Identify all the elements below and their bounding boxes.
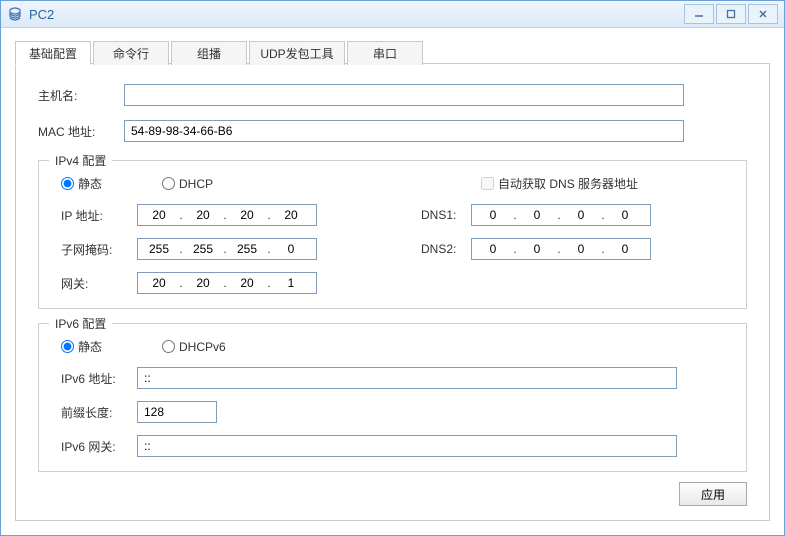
tab-label: 基础配置 xyxy=(29,45,77,62)
ipv6-gateway-label: IPv6 网关: xyxy=(61,438,137,455)
tab-label: 串口 xyxy=(373,45,397,62)
basic-panel: 主机名: MAC 地址: IPv4 配置 静态 DHCP xyxy=(15,64,770,521)
ipv6-legend: IPv6 配置 xyxy=(49,315,112,332)
subnet-mask-label: 子网掩码: xyxy=(61,241,137,258)
gateway-input[interactable]: . . . xyxy=(137,272,317,294)
ipv4-static-radio[interactable]: 静态 xyxy=(61,175,102,192)
close-button[interactable] xyxy=(748,4,778,24)
auto-dns-checkbox-input[interactable] xyxy=(481,177,494,190)
minimize-button[interactable] xyxy=(684,4,714,24)
tabbar: 基础配置 命令行 组播 UDP发包工具 串口 xyxy=(15,40,770,64)
ip-octet[interactable] xyxy=(184,241,222,257)
tab-basic[interactable]: 基础配置 xyxy=(15,41,91,65)
content-area: 基础配置 命令行 组播 UDP发包工具 串口 主机名: MAC 地址: IPv4… xyxy=(1,28,784,535)
ip-address-input[interactable]: . . . xyxy=(137,204,317,226)
ip-octet[interactable] xyxy=(562,241,600,257)
ip-octet[interactable] xyxy=(272,241,310,257)
ip-octet[interactable] xyxy=(474,207,512,223)
ipv6-fieldset: IPv6 配置 静态 DHCPv6 IPv6 地址: 前缀长 xyxy=(38,323,747,472)
dns2-label: DNS2: xyxy=(421,242,471,256)
ip-octet[interactable] xyxy=(140,275,178,291)
tab-label: UDP发包工具 xyxy=(260,45,333,62)
titlebar[interactable]: PC2 xyxy=(1,1,784,28)
ip-octet[interactable] xyxy=(518,241,556,257)
dns2-input[interactable]: . . . xyxy=(471,238,651,260)
ip-octet[interactable] xyxy=(272,275,310,291)
ipv4-static-radio-input[interactable] xyxy=(61,177,74,190)
ipv6-prefix-label: 前缀长度: xyxy=(61,404,137,421)
ipv4-legend: IPv4 配置 xyxy=(49,152,112,169)
mac-input[interactable] xyxy=(124,120,684,142)
ipv4-dhcp-radio-input[interactable] xyxy=(162,177,175,190)
ip-octet[interactable] xyxy=(184,275,222,291)
apply-button[interactable]: 应用 xyxy=(679,482,747,506)
dns1-input[interactable]: . . . xyxy=(471,204,651,226)
ip-octet[interactable] xyxy=(140,241,178,257)
tab-label: 组播 xyxy=(197,45,221,62)
ip-octet[interactable] xyxy=(562,207,600,223)
pc-config-window: PC2 基础配置 命令行 组播 UDP发包工具 串口 主机名: xyxy=(0,0,785,536)
ipv6-dhcp-radio[interactable]: DHCPv6 xyxy=(162,340,226,354)
ip-octet[interactable] xyxy=(140,207,178,223)
ip-address-label: IP 地址: xyxy=(61,207,137,224)
maximize-button[interactable] xyxy=(716,4,746,24)
ipv6-gateway-input[interactable] xyxy=(137,435,677,457)
ip-octet[interactable] xyxy=(184,207,222,223)
ipv4-dhcp-label: DHCP xyxy=(179,177,213,191)
ipv6-dhcp-label: DHCPv6 xyxy=(179,340,226,354)
ipv4-static-label: 静态 xyxy=(78,175,102,192)
gateway-label: 网关: xyxy=(61,275,137,292)
ip-octet[interactable] xyxy=(518,207,556,223)
window-controls xyxy=(682,4,778,24)
ipv4-fieldset: IPv4 配置 静态 DHCP 自动获取 DNS 服务器地址 xyxy=(38,160,747,309)
ipv6-static-radio-input[interactable] xyxy=(61,340,74,353)
dns1-label: DNS1: xyxy=(421,208,471,222)
ipv6-address-input[interactable] xyxy=(137,367,677,389)
ipv6-prefix-input[interactable] xyxy=(137,401,217,423)
ip-octet[interactable] xyxy=(228,207,266,223)
tab-serial[interactable]: 串口 xyxy=(347,41,423,65)
tab-udp-tool[interactable]: UDP发包工具 xyxy=(249,41,345,65)
ipv6-dhcp-radio-input[interactable] xyxy=(162,340,175,353)
tab-multicast[interactable]: 组播 xyxy=(171,41,247,65)
window-title: PC2 xyxy=(29,7,682,22)
hostname-input[interactable] xyxy=(124,84,684,106)
ip-octet[interactable] xyxy=(228,275,266,291)
tab-label: 命令行 xyxy=(113,45,149,62)
subnet-mask-input[interactable]: . . . xyxy=(137,238,317,260)
mac-label: MAC 地址: xyxy=(38,123,124,140)
ipv6-address-label: IPv6 地址: xyxy=(61,370,137,387)
ipv4-dhcp-radio[interactable]: DHCP xyxy=(162,177,213,191)
ipv6-static-radio[interactable]: 静态 xyxy=(61,338,102,355)
ip-octet[interactable] xyxy=(474,241,512,257)
ip-octet[interactable] xyxy=(606,241,644,257)
ip-octet[interactable] xyxy=(272,207,310,223)
auto-dns-checkbox[interactable]: 自动获取 DNS 服务器地址 xyxy=(481,175,638,192)
button-bar: 应用 xyxy=(38,482,747,506)
hostname-label: 主机名: xyxy=(38,87,124,104)
auto-dns-label: 自动获取 DNS 服务器地址 xyxy=(498,175,638,192)
ip-octet[interactable] xyxy=(228,241,266,257)
app-icon xyxy=(7,6,23,22)
ipv6-static-label: 静态 xyxy=(78,338,102,355)
ip-octet[interactable] xyxy=(606,207,644,223)
tab-cli[interactable]: 命令行 xyxy=(93,41,169,65)
